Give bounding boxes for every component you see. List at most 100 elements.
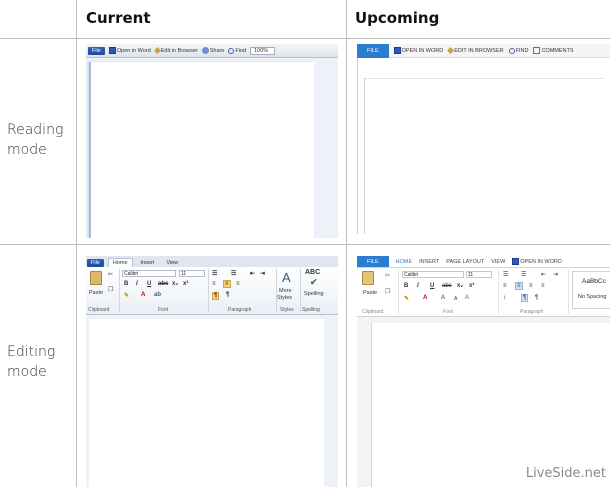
tab-home[interactable]: HOME: [396, 259, 413, 265]
ribbon: Paste ✂ ❐ Clipboard Calibri 11 B I U abc…: [86, 267, 338, 315]
zoom-select[interactable]: 100%: [250, 46, 276, 55]
pencil-icon: [447, 46, 455, 55]
ltr-icon[interactable]: ¶: [212, 292, 220, 300]
header-row-divider: [0, 38, 610, 39]
grow-font-icon[interactable]: A: [441, 295, 445, 301]
bold-icon[interactable]: B: [404, 283, 408, 289]
comments-button[interactable]: COMMENTS: [533, 47, 574, 54]
file-button[interactable]: File: [88, 46, 105, 55]
open-in-word-button[interactable]: OPEN IN WORD: [512, 258, 562, 265]
strikethrough-icon[interactable]: abc: [158, 281, 168, 287]
group-separator: [208, 269, 209, 312]
cut-icon[interactable]: ✂: [385, 272, 390, 279]
subscript-icon[interactable]: x₂: [172, 281, 178, 287]
copy-icon[interactable]: ❐: [385, 288, 390, 295]
open-in-word-label: OPEN IN WORD: [401, 47, 444, 54]
row-label-reading-line1: Reading: [7, 122, 64, 138]
find-button[interactable]: FIND: [508, 47, 528, 54]
styles-gallery[interactable]: AaBbCc No Spacing: [572, 271, 610, 309]
font-size-select[interactable]: 11: [179, 270, 205, 277]
open-in-word-label: Open in Word: [116, 47, 151, 54]
underline-icon[interactable]: U: [430, 283, 434, 289]
clear-format-icon[interactable]: A: [465, 295, 469, 301]
document-page[interactable]: [89, 62, 314, 238]
spelling-icon[interactable]: ABC: [305, 269, 320, 276]
subscript-icon[interactable]: x₂: [457, 283, 463, 289]
current-reading-toolbar: File Open in Word Edit in Browser Share …: [86, 44, 338, 58]
italic-icon[interactable]: I: [136, 281, 138, 287]
styles-icon[interactable]: A: [281, 270, 295, 284]
tab-home[interactable]: Home: [107, 258, 133, 267]
word-icon: [512, 258, 520, 265]
align-center-icon[interactable]: ≡: [223, 280, 231, 288]
style-name: No Spacing: [578, 294, 607, 300]
open-in-word-button[interactable]: Open in Word: [108, 47, 151, 54]
tab-file[interactable]: File: [87, 259, 104, 267]
align-right-icon[interactable]: ≡: [529, 283, 533, 289]
paste-icon[interactable]: [90, 271, 102, 285]
font-size-select[interactable]: 11: [466, 271, 492, 278]
file-button[interactable]: FILE: [357, 44, 389, 58]
rtl-icon[interactable]: ¶: [226, 292, 229, 298]
share-label: Share: [209, 47, 225, 54]
group-paragraph: Paragraph: [520, 309, 544, 315]
cut-icon[interactable]: ✂: [108, 271, 113, 278]
bullets-icon[interactable]: ☰: [212, 270, 217, 277]
strikethrough-icon[interactable]: abc: [442, 283, 452, 289]
pencil-icon: [153, 46, 161, 55]
numbering-icon[interactable]: ☰: [231, 270, 236, 277]
document-page[interactable]: [364, 78, 604, 234]
row-divider: [0, 244, 610, 245]
column-header-upcoming: Upcoming: [355, 9, 440, 27]
increase-indent-icon[interactable]: ⇥: [260, 270, 265, 277]
line-spacing-icon[interactable]: ↕: [503, 295, 506, 301]
document-page[interactable]: [89, 319, 324, 487]
upcoming-reading-toolbar: FILE OPEN IN WORD EDIT IN BROWSER FIND C…: [357, 44, 610, 58]
open-in-word-label: OPEN IN WORD: [520, 258, 562, 265]
underline-icon[interactable]: U: [147, 281, 151, 287]
row-label-reading-line2: mode: [7, 142, 47, 158]
superscript-icon[interactable]: x²: [183, 281, 188, 287]
font-name-select[interactable]: Calibri: [402, 271, 464, 278]
highlight-icon[interactable]: ✎: [124, 292, 129, 299]
copy-icon[interactable]: ❐: [108, 286, 113, 293]
tab-insert[interactable]: INSERT: [419, 259, 439, 265]
justify-icon[interactable]: ≡: [541, 283, 545, 289]
document-page[interactable]: [371, 323, 610, 487]
paste-label: Paste: [89, 290, 104, 296]
numbering-icon[interactable]: ☰: [521, 271, 526, 278]
share-button[interactable]: Share: [201, 47, 225, 54]
clear-format-icon[interactable]: ab: [154, 292, 161, 298]
tab-view[interactable]: View: [162, 259, 182, 267]
font-color-icon[interactable]: A: [141, 292, 145, 298]
more-styles-line2: Styles: [277, 295, 292, 301]
align-left-icon[interactable]: ≡: [503, 283, 507, 289]
font-color-icon[interactable]: A: [423, 295, 427, 301]
paste-icon[interactable]: [362, 271, 374, 285]
spelling-button-label[interactable]: Spelling: [304, 291, 324, 297]
align-right-icon[interactable]: ≡: [236, 281, 240, 287]
align-center-icon[interactable]: ≡: [515, 282, 523, 290]
italic-icon[interactable]: I: [417, 283, 419, 289]
tab-insert[interactable]: Insert: [137, 259, 159, 267]
find-button[interactable]: Find: [228, 47, 246, 54]
bullets-icon[interactable]: ☰: [503, 271, 508, 278]
superscript-icon[interactable]: x²: [469, 283, 474, 289]
tab-file[interactable]: FILE: [357, 256, 389, 267]
tab-page-layout[interactable]: PAGE LAYOUT: [446, 259, 484, 265]
tab-view[interactable]: VIEW: [491, 259, 505, 265]
decrease-indent-icon[interactable]: ⇤: [250, 270, 255, 277]
rtl-icon[interactable]: ¶: [535, 295, 538, 301]
edit-in-browser-button[interactable]: Edit in Browser: [153, 46, 198, 55]
ltr-icon[interactable]: ¶: [521, 294, 529, 302]
binoculars-icon: [508, 47, 515, 54]
highlight-icon[interactable]: ✎: [404, 295, 409, 302]
font-name-select[interactable]: Calibri: [122, 270, 176, 277]
increase-indent-icon[interactable]: ⇥: [553, 271, 558, 278]
shrink-font-icon[interactable]: A: [454, 296, 457, 302]
decrease-indent-icon[interactable]: ⇤: [541, 271, 546, 278]
bold-icon[interactable]: B: [124, 281, 128, 287]
align-left-icon[interactable]: ≡: [212, 281, 216, 287]
open-in-word-button[interactable]: OPEN IN WORD: [393, 47, 444, 54]
edit-in-browser-button[interactable]: EDIT IN BROWSER: [447, 46, 504, 55]
